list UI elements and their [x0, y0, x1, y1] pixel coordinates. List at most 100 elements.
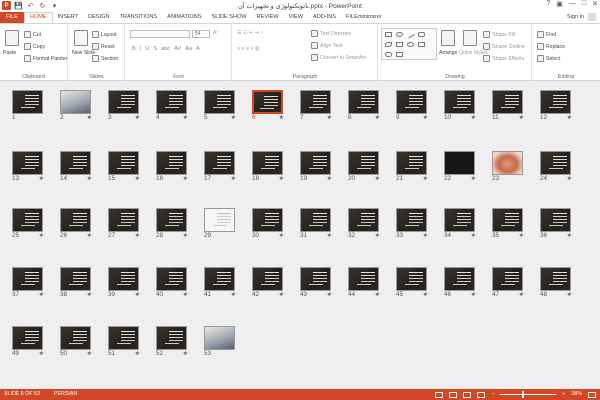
- tab-add-ins[interactable]: ADD-INS: [308, 12, 341, 23]
- text-direction-button[interactable]: Text Direction: [311, 30, 351, 37]
- star-shape-icon[interactable]: [396, 52, 403, 57]
- slide-thumbnail[interactable]: 40 ★: [156, 267, 188, 298]
- slide-sorter-view-icon[interactable]: [449, 391, 458, 398]
- tab-transitions[interactable]: TRANSITIONS: [114, 12, 162, 23]
- close-button[interactable]: ✕: [592, 0, 598, 8]
- slide-show-view-icon[interactable]: [477, 391, 486, 398]
- slide-preview[interactable]: [300, 90, 331, 114]
- rectangle-shape-icon[interactable]: [385, 32, 392, 37]
- slide-thumbnail[interactable]: 13 ★: [12, 151, 44, 182]
- slide-preview[interactable]: [204, 326, 235, 350]
- oval-shape-icon[interactable]: [396, 32, 403, 37]
- slide-preview[interactable]: [60, 151, 91, 175]
- strikethrough-button[interactable]: abc: [161, 46, 170, 52]
- animation-star-icon[interactable]: ★: [87, 114, 92, 121]
- animation-star-icon[interactable]: ★: [135, 232, 140, 239]
- animation-star-icon[interactable]: ★: [87, 350, 92, 357]
- tab-design[interactable]: DESIGN: [83, 12, 114, 23]
- ribbon-display-button[interactable]: ▣: [556, 0, 563, 8]
- slide-preview[interactable]: [156, 90, 187, 114]
- slide-preview[interactable]: [540, 267, 571, 291]
- slide-preview[interactable]: [12, 326, 43, 350]
- slide-thumbnail[interactable]: 3 ★: [108, 90, 140, 121]
- find-button[interactable]: Find: [537, 31, 556, 38]
- slide-thumbnail[interactable]: 2 ★: [60, 90, 92, 121]
- tab-fileminimizer[interactable]: FILEminimizer: [341, 12, 387, 23]
- slide-thumbnail[interactable]: 31 ★: [300, 208, 332, 239]
- slide-preview[interactable]: [444, 90, 475, 114]
- help-button[interactable]: ?: [546, 0, 550, 8]
- animation-star-icon[interactable]: ★: [87, 175, 92, 182]
- tab-slide-show[interactable]: SLIDE SHOW: [207, 12, 252, 23]
- slide-thumbnail[interactable]: 53: [204, 326, 235, 357]
- slide-thumbnail[interactable]: 19 ★: [300, 151, 332, 182]
- minimize-button[interactable]: —: [569, 0, 576, 8]
- paste-icon[interactable]: [5, 30, 19, 46]
- animation-star-icon[interactable]: ★: [519, 114, 524, 121]
- slide-preview[interactable]: [492, 267, 523, 291]
- animation-star-icon[interactable]: ★: [423, 114, 428, 121]
- slide-preview[interactable]: [252, 151, 283, 175]
- arrange-icon[interactable]: [441, 30, 455, 46]
- animation-star-icon[interactable]: ★: [423, 232, 428, 239]
- tab-animations[interactable]: ANIMATIONS: [162, 12, 206, 23]
- animation-star-icon[interactable]: ★: [519, 232, 524, 239]
- reading-view-icon[interactable]: [463, 391, 472, 398]
- slide-thumbnail[interactable]: 15 ★: [108, 151, 140, 182]
- slide-preview[interactable]: [492, 90, 523, 114]
- slide-thumbnail[interactable]: 11 ★: [492, 90, 524, 121]
- slide-thumbnail[interactable]: 27 ★: [108, 208, 140, 239]
- avatar[interactable]: [588, 13, 596, 21]
- slide-preview[interactable]: [252, 267, 283, 291]
- slide-thumbnail[interactable]: 10 ★: [444, 90, 476, 121]
- slide-preview[interactable]: [540, 151, 571, 175]
- animation-star-icon[interactable]: ★: [279, 114, 284, 121]
- brace-shape-icon[interactable]: [385, 52, 392, 57]
- animation-star-icon[interactable]: ★: [375, 114, 380, 121]
- slide-thumbnail[interactable]: 46 ★: [444, 267, 476, 298]
- slide-thumbnail[interactable]: 44 ★: [348, 267, 380, 298]
- slide-preview[interactable]: [348, 267, 379, 291]
- slide-preview[interactable]: [108, 267, 139, 291]
- slide-preview[interactable]: [444, 208, 475, 232]
- tab-home[interactable]: HOME: [23, 12, 53, 23]
- sign-in-link[interactable]: Sign in: [567, 14, 584, 20]
- slide-thumbnail[interactable]: 14 ★: [60, 151, 92, 182]
- slide-thumbnail[interactable]: 20 ★: [348, 151, 380, 182]
- slide-preview[interactable]: [60, 267, 91, 291]
- circle-shape-icon[interactable]: [407, 42, 414, 47]
- new-slide-icon[interactable]: [74, 30, 88, 46]
- slide-thumbnail[interactable]: 29: [204, 208, 235, 239]
- font-size-box[interactable]: 54: [192, 30, 210, 38]
- align-icons[interactable]: ≡ ≡ ≡ ≡ ▥: [237, 46, 260, 52]
- slide-thumbnail[interactable]: 41 ★: [204, 267, 236, 298]
- slide-preview[interactable]: [204, 208, 235, 232]
- arrow-shape-icon[interactable]: [418, 42, 425, 47]
- shadow-button[interactable]: S: [153, 46, 157, 52]
- slide-preview[interactable]: [300, 151, 331, 175]
- animation-star-icon[interactable]: ★: [471, 175, 476, 182]
- slide-preview[interactable]: [156, 326, 187, 350]
- animation-star-icon[interactable]: ★: [231, 175, 236, 182]
- shape-fill-button[interactable]: Shape Fill: [483, 31, 515, 38]
- grow-font-icon[interactable]: A⁺: [213, 30, 219, 36]
- slide-thumbnail[interactable]: 38 ★: [60, 267, 92, 298]
- slide-preview[interactable]: [492, 151, 523, 175]
- slide-preview[interactable]: [108, 208, 139, 232]
- slide-thumbnail[interactable]: 47 ★: [492, 267, 524, 298]
- maximize-button[interactable]: □: [582, 0, 586, 8]
- animation-star-icon[interactable]: ★: [39, 291, 44, 298]
- slide-thumbnail[interactable]: 24 ★: [540, 151, 572, 182]
- reset-button[interactable]: Reset: [92, 43, 115, 50]
- slide-preview[interactable]: [300, 208, 331, 232]
- rounded-rect-shape-icon[interactable]: [418, 32, 425, 37]
- font-color-button[interactable]: A: [196, 46, 200, 52]
- animation-star-icon[interactable]: ★: [375, 291, 380, 298]
- select-button[interactable]: Select: [537, 55, 560, 62]
- tab-review[interactable]: REVIEW: [252, 12, 284, 23]
- slide-preview[interactable]: [12, 90, 43, 114]
- slide-preview[interactable]: [348, 151, 379, 175]
- animation-star-icon[interactable]: ★: [519, 291, 524, 298]
- char-spacing-button[interactable]: AV: [174, 46, 181, 52]
- slide-thumbnail[interactable]: 39 ★: [108, 267, 140, 298]
